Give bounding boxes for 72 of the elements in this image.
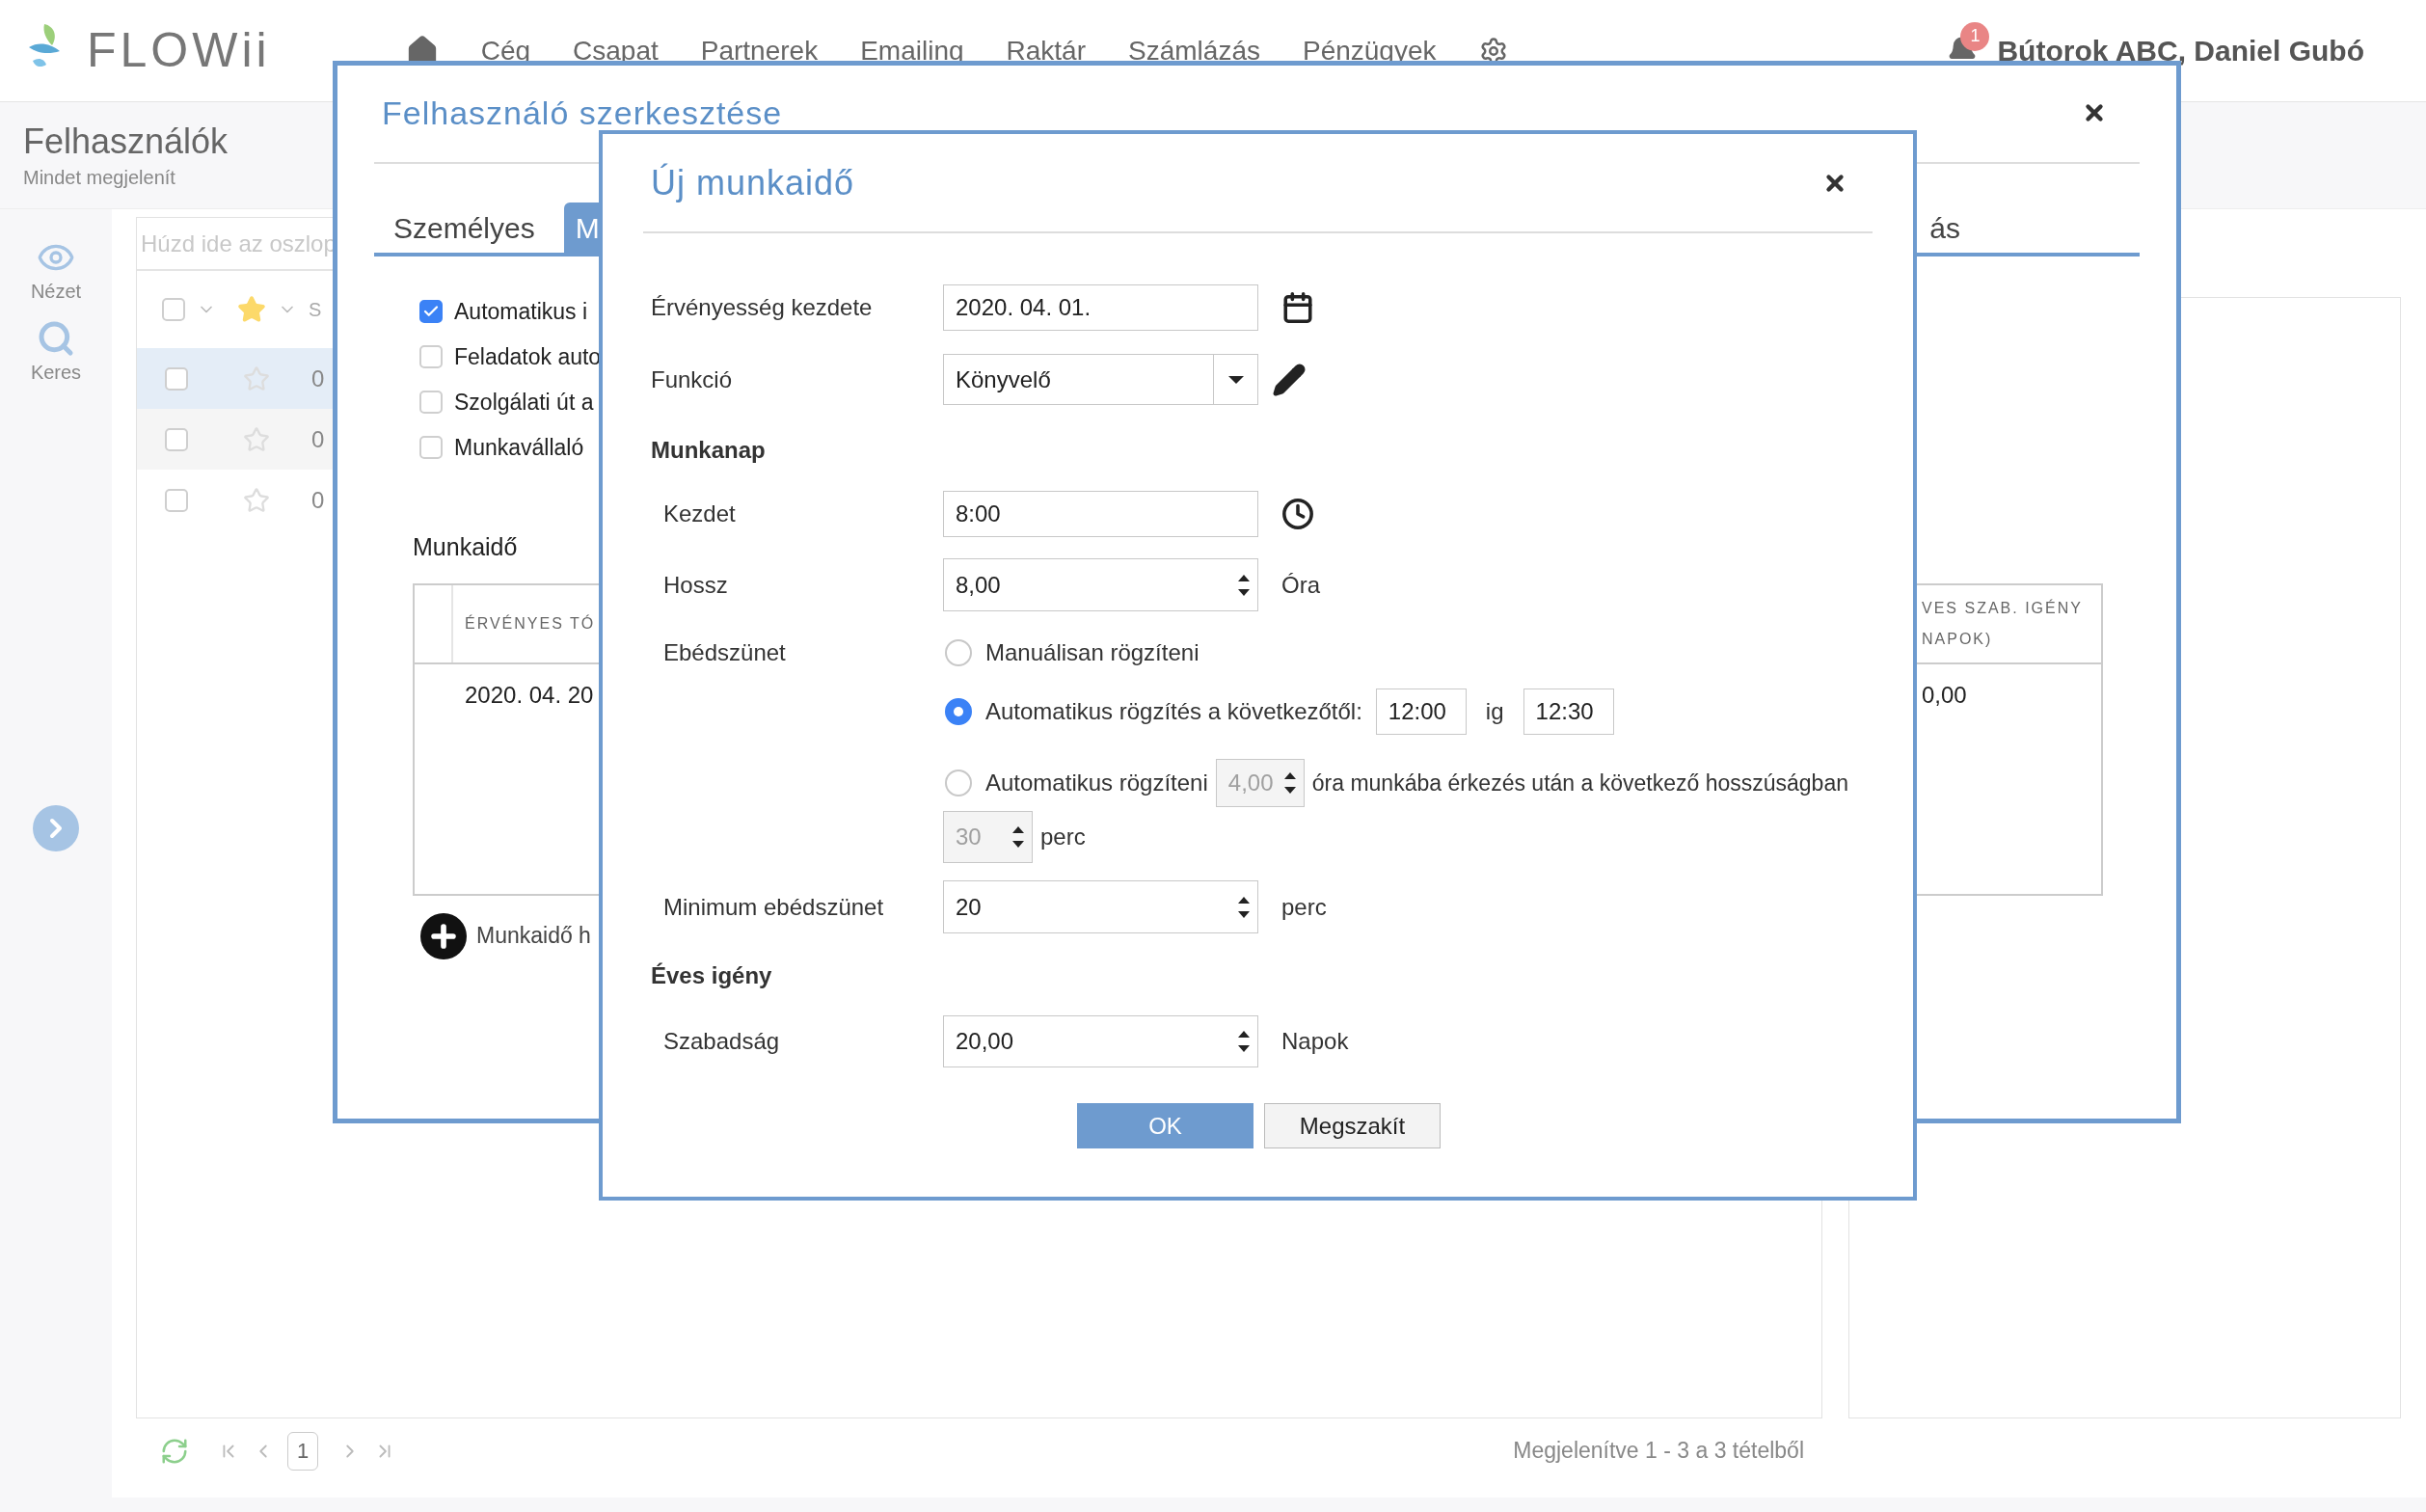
dialog-title: Felhasználó szerkesztése <box>382 96 783 129</box>
tab[interactable]: ás <box>1929 202 1960 253</box>
unit-label: perc <box>1281 892 1327 922</box>
radio-button[interactable] <box>945 639 972 666</box>
unit-label: Óra <box>1281 570 1320 600</box>
table-cell-text: 0 <box>311 364 325 393</box>
field-label: Funkció <box>651 364 734 394</box>
number-field[interactable]: 20,00 <box>943 1015 1258 1067</box>
unit-label: perc <box>1040 823 1086 851</box>
table-cell-text: 0 <box>311 485 325 515</box>
time-field[interactable]: 12:30 <box>1523 688 1614 735</box>
radio-button[interactable] <box>945 770 972 796</box>
radio-label[interactable]: Automatikus rögzítés a következőtől: <box>985 694 1362 729</box>
checkbox-label[interactable]: Feladatok auto <box>454 339 602 374</box>
time-field[interactable]: 8:00 <box>943 491 1258 537</box>
add-worktime-link[interactable]: Munkaidő h <box>476 919 591 953</box>
checkbox-label[interactable]: Automatikus i <box>454 294 588 329</box>
dropdown-caret-icon <box>1227 375 1244 384</box>
number-field[interactable]: 20 <box>943 880 1258 933</box>
notification-badge: 1 <box>1960 21 1990 51</box>
column-header[interactable]: ÉRVÉNYES TÓ <box>465 608 596 639</box>
checkbox[interactable] <box>419 436 443 459</box>
function-select[interactable]: Könyvelő <box>943 354 1258 405</box>
radio-label[interactable]: Automatikus rögzíteni <box>985 766 1208 800</box>
pencil-icon[interactable] <box>1272 362 1307 397</box>
page-number[interactable]: 1 <box>287 1431 318 1471</box>
star-icon[interactable] <box>243 364 270 392</box>
field-label: Szabadság <box>662 1027 781 1056</box>
checkbox[interactable] <box>165 488 188 512</box>
section-title: Munkanap <box>651 436 767 462</box>
section-title: Éves igény <box>651 961 773 987</box>
expand-button[interactable] <box>33 805 79 851</box>
field-label: Érvényesség kezdete <box>651 293 874 322</box>
checkbox-label[interactable]: Munkavállaló <box>454 430 584 465</box>
range-label: ig <box>1485 697 1504 726</box>
field-label: Hossz <box>662 570 729 600</box>
add-icon[interactable] <box>420 912 467 959</box>
calendar-icon[interactable] <box>1281 291 1314 324</box>
checkbox[interactable] <box>419 391 443 414</box>
cancel-button[interactable]: Megszakít <box>1264 1103 1441 1148</box>
dialog-title: Új munkaidő <box>651 161 855 204</box>
date-field[interactable]: 2020. 04. 01. <box>943 284 1258 331</box>
star-icon[interactable] <box>237 295 266 324</box>
logo-text: FLOWii <box>87 22 271 79</box>
page-title: Felhasználók <box>23 120 229 163</box>
checkbox[interactable] <box>419 300 443 323</box>
clock-icon[interactable] <box>1281 498 1314 530</box>
time-field[interactable]: 12:00 <box>1375 688 1467 735</box>
checkbox[interactable] <box>162 298 185 321</box>
table-cell: 2020. 04. 20 <box>465 681 594 708</box>
field-label: Minimum ebédszünet <box>662 892 885 922</box>
table-cell: 0,00 <box>1922 681 1967 708</box>
checkbox[interactable] <box>419 345 443 368</box>
table-cell-text: 0 <box>311 424 325 454</box>
checkbox[interactable] <box>165 427 188 451</box>
tab[interactable]: Személyes <box>374 202 554 253</box>
unit-label: Napok <box>1281 1027 1349 1056</box>
column-header[interactable]: VES SZAB. IGÉNY NAPOK) <box>1922 592 2101 655</box>
checkbox-label[interactable]: Szolgálati út a <box>454 385 594 419</box>
pager-summary: Megjelenítve 1 - 3 a 3 tételből <box>1513 1437 1804 1466</box>
number-field[interactable]: 8,00 <box>943 558 1258 611</box>
page-subtitle: Mindet megjelenít <box>23 165 175 190</box>
star-icon[interactable] <box>243 486 270 514</box>
radio-button[interactable] <box>945 698 972 725</box>
radio-label-suffix: óra munkába érkezés után a következő hosszúságban <box>1311 769 1848 797</box>
checkbox[interactable] <box>165 366 188 391</box>
search-icon[interactable] <box>37 319 75 358</box>
star-icon[interactable] <box>243 425 270 453</box>
radio-label[interactable]: Manuálisan rögzíteni <box>985 635 1200 670</box>
section-title: Munkaidő <box>413 532 519 562</box>
field-label: Ebédszünet <box>662 638 787 667</box>
field-label: Kezdet <box>662 500 737 528</box>
